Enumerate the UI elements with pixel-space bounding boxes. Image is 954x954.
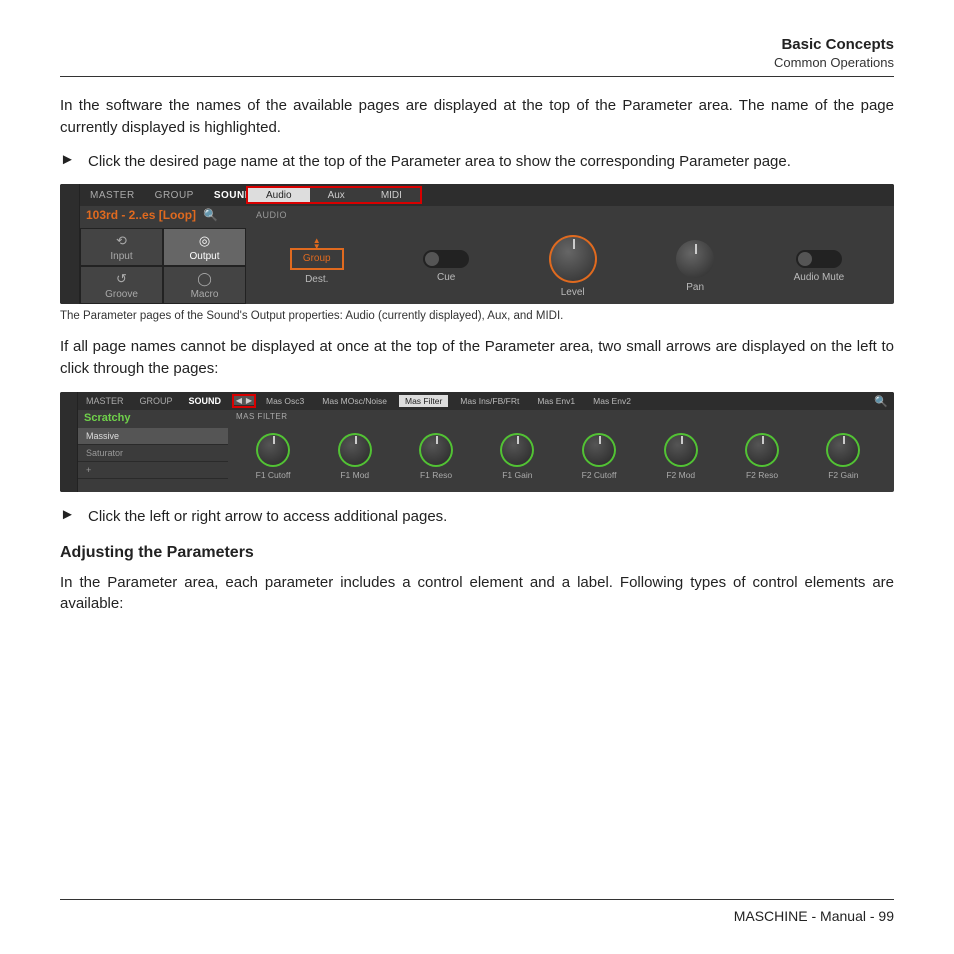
page-next-icon[interactable]: ▶ xyxy=(244,396,254,405)
knob-label: F1 Cutoff xyxy=(256,470,291,480)
search-icon[interactable]: 🔍 xyxy=(203,208,218,222)
prop-macro[interactable]: ◯Macro xyxy=(163,266,246,304)
plugin-add[interactable]: + xyxy=(78,462,228,479)
play-icon: ► xyxy=(60,506,88,528)
param-knob: F1 Gain xyxy=(500,433,534,480)
screenshot-page-arrows: MASTER GROUP SOUND ◀ ▶ Mas Osc3 Mas MOsc/… xyxy=(60,392,894,492)
knob[interactable] xyxy=(826,433,860,467)
page-header: Basic Concepts Common Operations xyxy=(60,36,894,77)
scope-bar: MASTER GROUP SOUND xyxy=(80,184,894,206)
page-tabs: Mas Osc3 Mas MOsc/Noise Mas Filter Mas Ins/… xyxy=(260,394,874,408)
plugin-saturator[interactable]: Saturator xyxy=(78,445,228,462)
paragraph-3: In the Parameter area, each parameter in… xyxy=(60,572,894,616)
knob-label: F2 Cutoff xyxy=(582,470,617,480)
play-icon: ► xyxy=(60,151,88,173)
sound-name[interactable]: Scratchy xyxy=(84,412,130,424)
output-icon: ◎ xyxy=(199,233,210,249)
page-footer: MASCHINE - Manual - 99 xyxy=(60,899,894,924)
knob-label: F2 Gain xyxy=(828,470,858,480)
knob[interactable] xyxy=(582,433,616,467)
tab-aux[interactable]: Aux xyxy=(310,188,363,202)
param-knob: F2 Cutoff xyxy=(582,433,617,480)
parameter-row: ▲▼ Group Dest. Cue Level Pan xyxy=(250,228,884,304)
knob[interactable] xyxy=(664,433,698,467)
plugin-massive[interactable]: Massive xyxy=(78,428,228,445)
screenshot-output-properties: MASTER GROUP SOUND Audio Aux MIDI 103rd … xyxy=(60,184,894,304)
heading-adjusting: Adjusting the Parameters xyxy=(60,544,894,562)
param-knob: F1 Cutoff xyxy=(256,433,291,480)
mute-toggle[interactable] xyxy=(796,250,842,268)
tab-audio[interactable]: Audio xyxy=(248,188,310,202)
groove-icon: ↺ xyxy=(116,271,127,287)
knob-row: F1 Cutoff F1 Mod F1 Reso F1 Gain F2 Cutoff F2… xyxy=(232,426,884,488)
knob[interactable] xyxy=(500,433,534,467)
param-knob: F1 Mod xyxy=(338,433,372,480)
param-level: Level xyxy=(549,235,597,298)
param-dest: ▲▼ Group Dest. xyxy=(290,248,344,285)
caption-1: The Parameter pages of the Sound's Outpu… xyxy=(60,310,894,322)
scope-master[interactable]: MASTER xyxy=(78,396,132,406)
paragraph-2: If all page names cannot be displayed at… xyxy=(60,336,894,380)
page-tabs-highlight: Audio Aux MIDI xyxy=(246,186,422,204)
prop-output[interactable]: ◎Output xyxy=(163,228,246,266)
sound-name[interactable]: 103rd - 2..es [Loop] 🔍 xyxy=(86,208,218,222)
pan-knob[interactable] xyxy=(676,240,714,278)
knob[interactable] xyxy=(419,433,453,467)
knob[interactable] xyxy=(338,433,372,467)
cue-toggle[interactable] xyxy=(423,250,469,268)
page-tab[interactable]: Mas Env2 xyxy=(587,395,637,407)
input-icon: ⟲ xyxy=(116,233,127,249)
param-mute: Audio Mute xyxy=(794,250,845,283)
header-section: Basic Concepts xyxy=(60,36,894,53)
scope-master[interactable]: MASTER xyxy=(80,190,145,201)
knob-label: F1 Mod xyxy=(340,470,369,480)
tab-midi[interactable]: MIDI xyxy=(363,188,420,202)
instruction-1: ► Click the desired page name at the top… xyxy=(60,151,894,173)
prop-groove[interactable]: ↺Groove xyxy=(80,266,163,304)
section-label: AUDIO xyxy=(256,210,287,220)
paragraph-1: In the software the names of the availab… xyxy=(60,95,894,139)
param-knob: F2 Reso xyxy=(745,433,779,480)
level-knob[interactable] xyxy=(549,235,597,283)
knob[interactable] xyxy=(256,433,290,467)
property-grid: ⟲Input ◎Output ↺Groove ◯Macro xyxy=(80,228,246,304)
header-subsection: Common Operations xyxy=(60,55,894,70)
param-cue: Cue xyxy=(423,250,469,283)
side-rail xyxy=(60,392,78,492)
knob[interactable] xyxy=(745,433,779,467)
search-icon[interactable]: 🔍 xyxy=(874,395,888,408)
knob-label: F2 Mod xyxy=(666,470,695,480)
instruction-2: ► Click the left or right arrow to acces… xyxy=(60,506,894,528)
page-tab[interactable]: Mas Osc3 xyxy=(260,395,310,407)
page-tab[interactable]: Mas Env1 xyxy=(531,395,581,407)
scope-sound[interactable]: SOUND xyxy=(181,396,230,406)
page-tab[interactable]: Mas MOsc/Noise xyxy=(316,395,393,407)
scope-group[interactable]: GROUP xyxy=(145,190,204,201)
knob-label: F2 Reso xyxy=(746,470,778,480)
macro-icon: ◯ xyxy=(197,271,212,287)
scope-group[interactable]: GROUP xyxy=(132,396,181,406)
prop-input[interactable]: ⟲Input xyxy=(80,228,163,266)
page-tab[interactable]: Mas Filter xyxy=(399,395,448,407)
param-knob: F1 Reso xyxy=(419,433,453,480)
param-knob: F2 Mod xyxy=(664,433,698,480)
side-rail xyxy=(60,184,80,304)
up-down-icon[interactable]: ▲▼ xyxy=(313,238,321,250)
page-prev-icon[interactable]: ◀ xyxy=(234,396,244,405)
param-knob: F2 Gain xyxy=(826,433,860,480)
param-pan: Pan xyxy=(676,240,714,293)
knob-label: F1 Gain xyxy=(502,470,532,480)
page-arrows-highlight: ◀ ▶ xyxy=(232,394,256,408)
section-label: MAS FILTER xyxy=(236,412,288,421)
dest-selector[interactable]: ▲▼ Group xyxy=(290,248,344,270)
plugin-list: Massive Saturator + xyxy=(78,428,228,479)
page-tab[interactable]: Mas Ins/FB/FRt xyxy=(454,395,525,407)
knob-label: F1 Reso xyxy=(420,470,452,480)
